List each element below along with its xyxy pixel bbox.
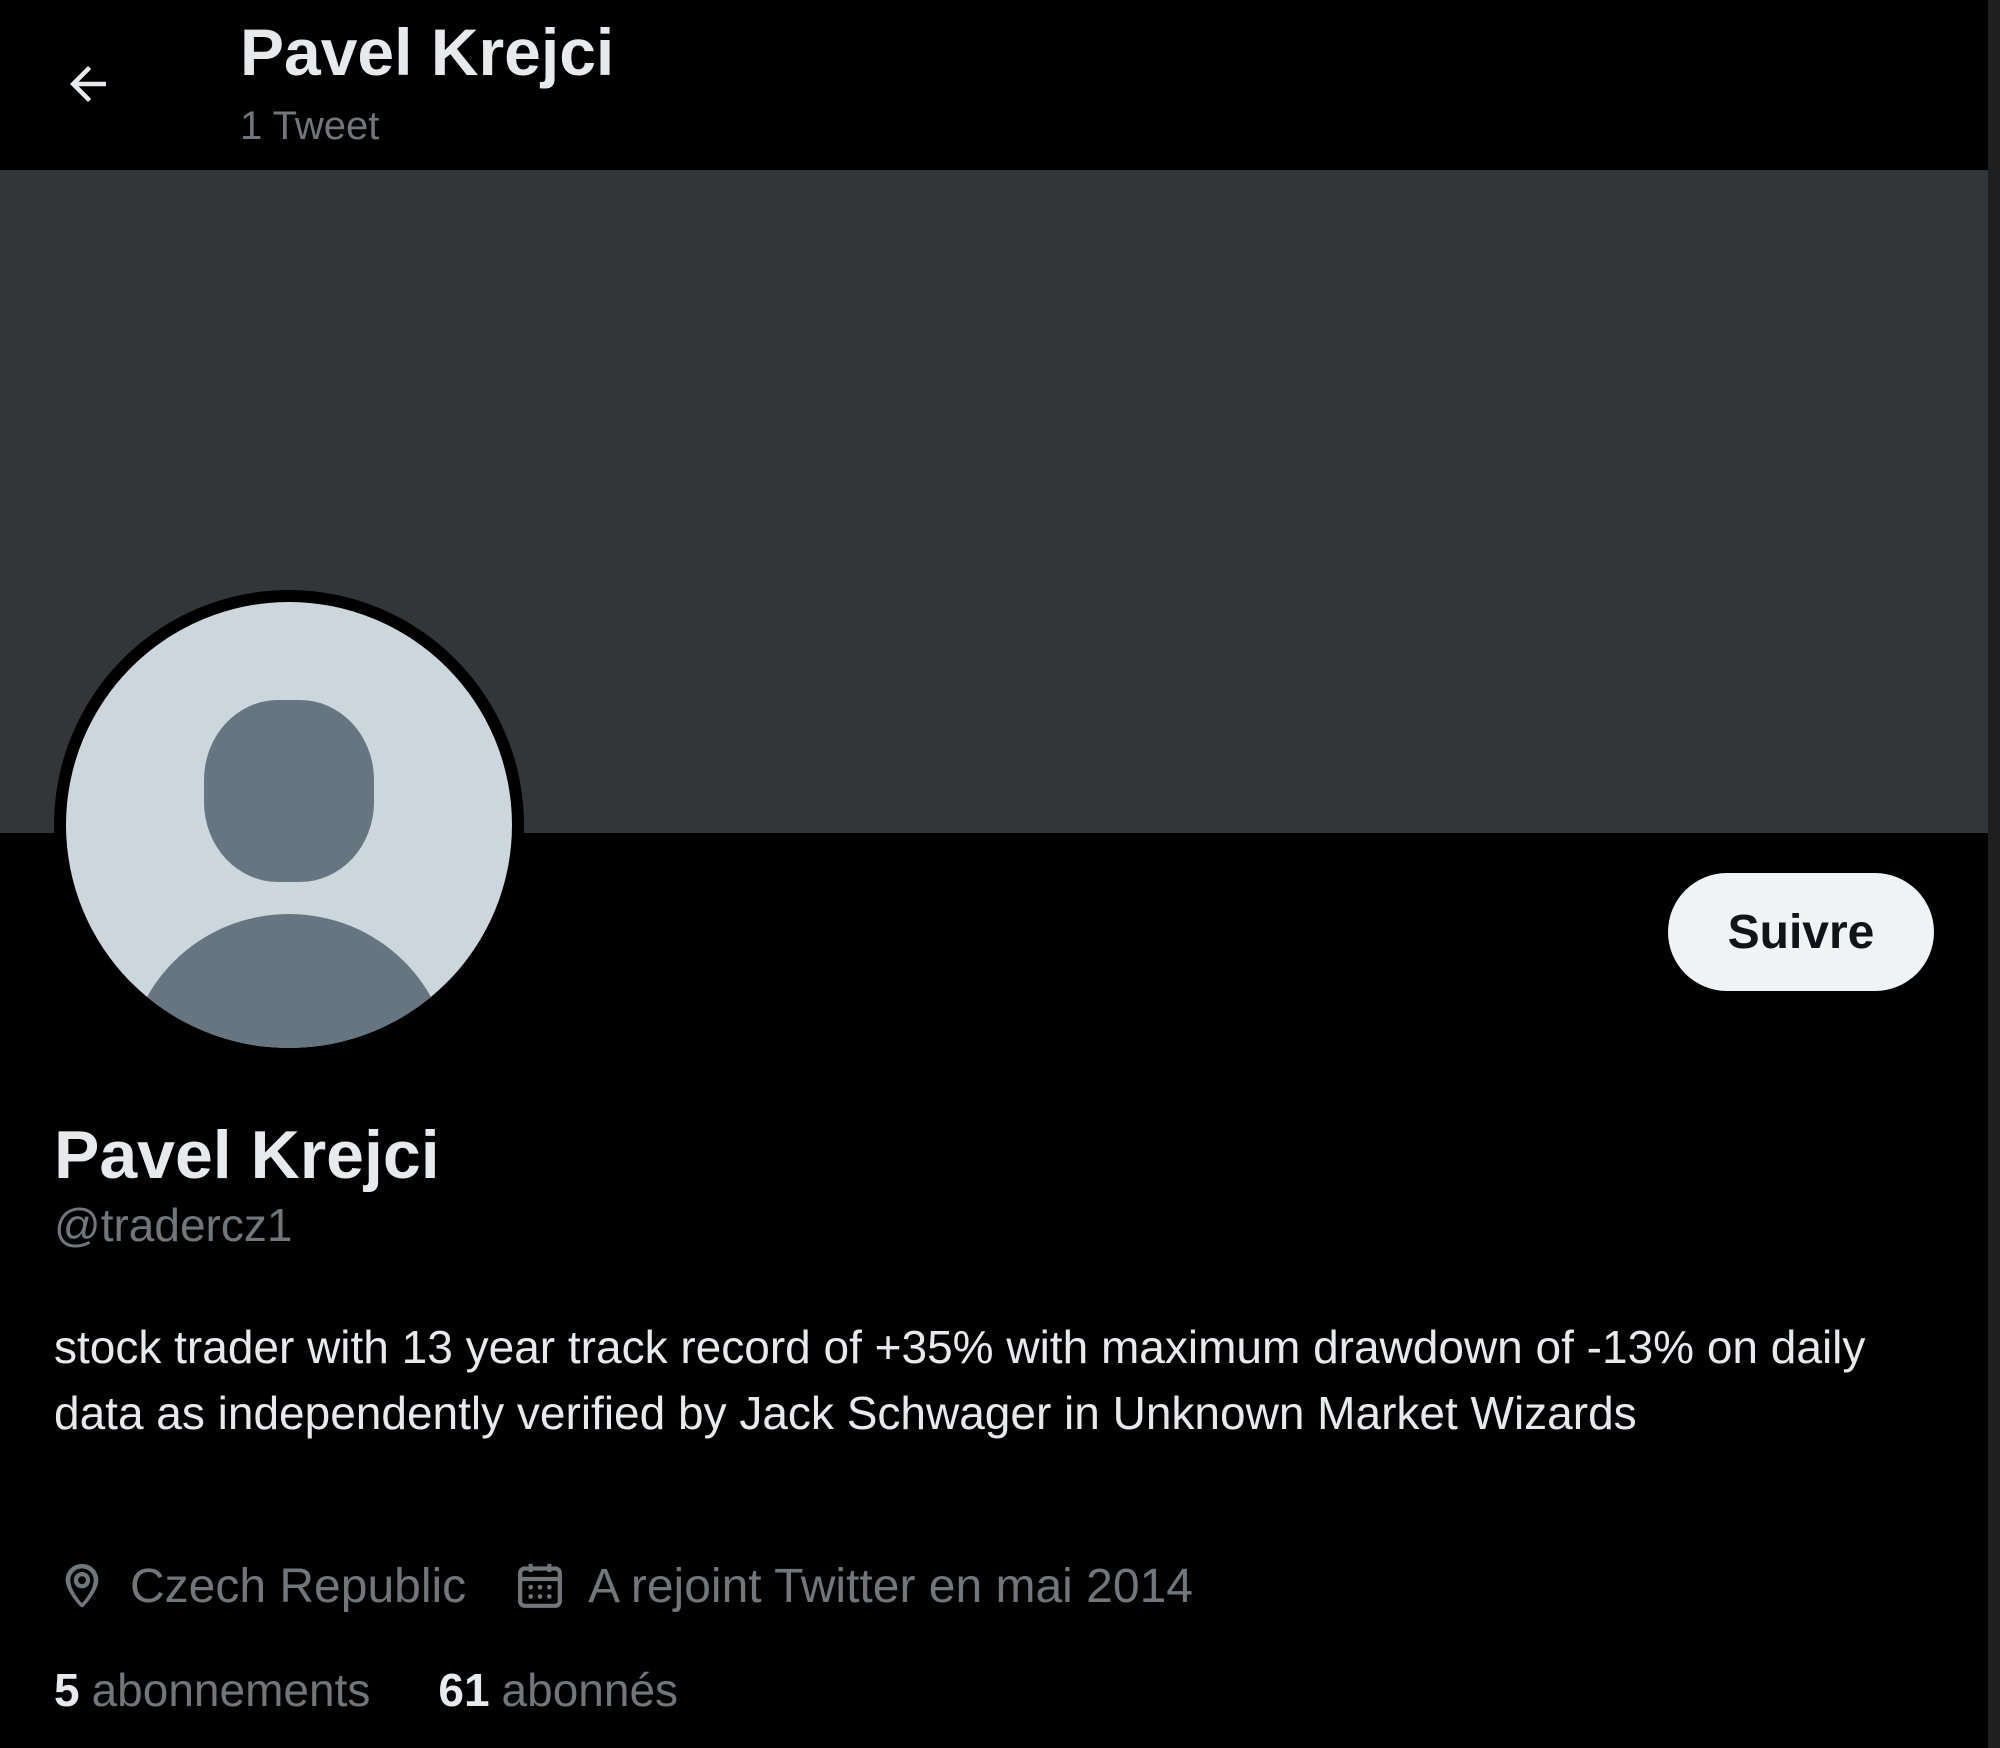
- profile-meta: Czech Republic A rejoint Twitter en mai …: [54, 1556, 1193, 1616]
- following-label: abonnements: [91, 1664, 371, 1716]
- avatar[interactable]: [54, 590, 524, 1060]
- default-avatar-icon: [66, 602, 512, 1048]
- joined-item: A rejoint Twitter en mai 2014: [512, 1558, 1193, 1614]
- arrow-left-icon: [70, 66, 106, 102]
- profile-header: Pavel Krejci 1 Tweet: [0, 0, 1988, 170]
- calendar-icon: [518, 1563, 563, 1608]
- followers-count: 61: [438, 1664, 490, 1716]
- follow-button[interactable]: Suivre: [1668, 873, 1934, 991]
- following-link[interactable]: 5 abonnements: [54, 1663, 370, 1717]
- profile-display-name: Pavel Krejci: [54, 1117, 440, 1193]
- header-title: Pavel Krejci: [240, 15, 615, 89]
- followers-link[interactable]: 61 abonnés: [438, 1663, 678, 1717]
- back-button[interactable]: [44, 40, 132, 128]
- location-pin-icon: [65, 1563, 99, 1608]
- joined-text: A rejoint Twitter en mai 2014: [588, 1559, 1193, 1613]
- profile-stats: 5 abonnements 61 abonnés: [54, 1660, 678, 1720]
- following-count: 5: [54, 1664, 80, 1716]
- followers-label: abonnés: [501, 1664, 679, 1716]
- profile-handle: @tradercz1: [54, 1199, 293, 1251]
- profile-bio: stock trader with 13 year track record o…: [54, 1321, 1866, 1439]
- location-item: Czech Republic: [54, 1558, 466, 1614]
- window-edge: [1988, 0, 2000, 1748]
- location-text: Czech Republic: [130, 1559, 467, 1613]
- tweet-count: 1 Tweet: [240, 104, 380, 148]
